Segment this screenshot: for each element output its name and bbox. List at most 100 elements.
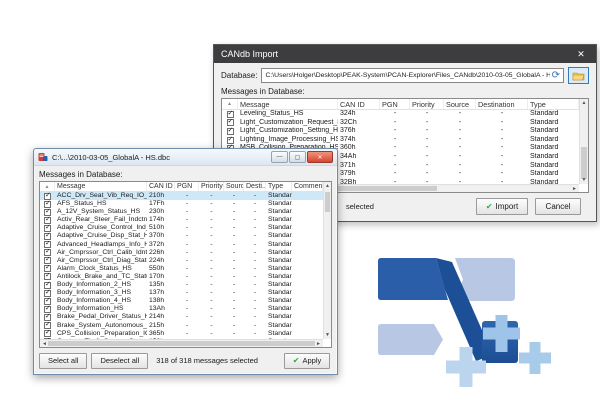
column-header-can-id[interactable]: CAN ID — [338, 99, 380, 109]
file-dialog-titlebar[interactable]: C:\...\2010-03-05_GlobalA - HS.dbc — ▢ ✕ — [34, 149, 337, 166]
column-header-priority[interactable]: Priority — [199, 182, 224, 191]
row-checkbox-checked[interactable] — [44, 330, 51, 337]
column-header-message[interactable]: Message — [55, 182, 147, 191]
scroll-left-icon[interactable]: ◄ — [42, 341, 47, 347]
table-row[interactable]: Body_Information_HS 13Ah - - - - Standar… — [40, 305, 323, 313]
column-header-pgn[interactable]: PGN — [380, 99, 410, 109]
row-checkbox-checked[interactable] — [44, 298, 51, 305]
column-header-can-id[interactable]: CAN ID — [147, 182, 175, 191]
row-checkbox-checked[interactable] — [44, 257, 51, 264]
refresh-icon[interactable]: ⟳ — [552, 71, 560, 81]
row-checkbox-checked[interactable] — [44, 193, 51, 200]
row-checkbox-checked[interactable] — [44, 306, 51, 313]
table-row[interactable]: Alarm_Clock_Status_HS 550h - - - - Stand… — [40, 265, 323, 273]
table-row[interactable]: Activ_Rear_Steer_Fail_Indctn_HS 174h - -… — [40, 216, 323, 224]
database-path-field[interactable]: C:\Users\Holger\Desktop\PEAK-System\PCAN… — [261, 68, 564, 83]
table-row[interactable]: AFS_Status_HS 17Fh - - - - Standard — [40, 200, 323, 208]
scroll-down-icon[interactable]: ▼ — [580, 177, 588, 183]
table-row[interactable]: Body_Information_2_HS 135h - - - - Stand… — [40, 281, 323, 289]
scroll-up-icon[interactable]: ▲ — [324, 183, 331, 189]
cell-type: Standard — [528, 127, 579, 136]
browse-button[interactable] — [568, 67, 589, 84]
table-row[interactable]: Air_Cmprssor_Ctrl_Calib_Idnt_HS 226h - -… — [40, 249, 323, 257]
table-row[interactable]: Antilock_Brake_and_TC_Status_HS 170h - -… — [40, 273, 323, 281]
maximize-button[interactable]: ▢ — [289, 151, 306, 163]
column-header-source[interactable]: Source — [444, 99, 476, 109]
table-row[interactable]: Brake_Pedal_Driver_Status_HS 214h - - - … — [40, 313, 323, 321]
cell-destination: - — [244, 273, 266, 281]
deselect-all-button[interactable]: Deselect all — [91, 353, 148, 369]
row-checkbox-checked[interactable] — [44, 225, 51, 232]
apply-button-label: Apply — [302, 356, 321, 365]
column-header-pgn[interactable]: PGN — [175, 182, 199, 191]
scrollbar-thumb[interactable] — [48, 341, 315, 346]
row-checkbox-checked[interactable] — [44, 265, 51, 272]
row-checkbox-checked[interactable] — [44, 282, 51, 289]
table-row[interactable]: Body_Information_4_HS 138h - - - - Stand… — [40, 297, 323, 305]
close-icon[interactable]: ✕ — [566, 45, 596, 63]
column-header-comment[interactable]: Comment — [292, 182, 323, 191]
row-checkbox-checked[interactable] — [44, 290, 51, 297]
cell-can-id: 174h — [147, 216, 175, 224]
table-row[interactable]: CPS_Collision_Preparation_IO_HS 365h - -… — [40, 330, 323, 338]
file-table-header[interactable]: ▲ Message CAN ID PGN Priority Source Des… — [40, 182, 323, 192]
column-header-source[interactable]: Source — [224, 182, 244, 191]
row-checkbox-checked[interactable] — [227, 111, 234, 118]
import-dialog-titlebar[interactable]: CANdb Import ✕ — [214, 45, 596, 63]
vertical-scrollbar[interactable]: ▲ ▼ — [323, 182, 331, 339]
row-checkbox-checked[interactable] — [44, 201, 51, 208]
scrollbar-thumb[interactable] — [325, 192, 330, 212]
table-row[interactable]: Light_Customization_Setting_HS 376h - - … — [222, 127, 579, 136]
scroll-up-icon[interactable]: ▲ — [580, 100, 588, 106]
cell-priority: - — [410, 119, 444, 128]
sort-arrow-icon[interactable]: ▲ — [40, 182, 55, 191]
horizontal-scrollbar[interactable]: ◄ ► — [40, 339, 323, 347]
messages-in-database-label: Messages in Database: — [221, 87, 589, 96]
vertical-scrollbar[interactable]: ▲ ▼ — [579, 99, 588, 184]
cell-priority: - — [199, 281, 224, 289]
row-checkbox-checked[interactable] — [44, 249, 51, 256]
sort-arrow-icon[interactable]: ▲ — [222, 99, 238, 109]
row-checkbox-checked[interactable] — [44, 209, 51, 216]
row-checkbox-checked[interactable] — [44, 217, 51, 224]
apply-button[interactable]: ✔ Apply — [284, 353, 330, 369]
table-row[interactable]: Brake_System_Autonomous_Info... 215h - -… — [40, 322, 323, 330]
scrollbar-thumb[interactable] — [581, 147, 587, 179]
row-checkbox-checked[interactable] — [44, 273, 51, 280]
column-header-destination[interactable]: Destination — [476, 99, 528, 109]
table-row[interactable]: Body_Information_3_HS 137h - - - - Stand… — [40, 289, 323, 297]
column-header-priority[interactable]: Priority — [410, 99, 444, 109]
minimize-button[interactable]: — — [271, 151, 288, 163]
table-row[interactable]: Advanced_Headlamps_Info_HS 372h - - - - … — [40, 241, 323, 249]
close-button[interactable]: ✕ — [307, 151, 333, 163]
cell-can-id: 510h — [147, 224, 175, 232]
row-checkbox-checked[interactable] — [44, 241, 51, 248]
scroll-right-icon[interactable]: ► — [316, 341, 321, 347]
column-header-type[interactable]: Type — [266, 182, 292, 191]
column-header-message[interactable]: Message — [238, 99, 338, 109]
table-row[interactable]: Light_Customization_Request_HS 32Ch - - … — [222, 119, 579, 128]
table-row[interactable]: ACC_Drv_Seat_Vib_Req_IO_HS 210h - - - - … — [40, 192, 323, 200]
table-row[interactable]: Leveling_Status_HS 324h - - - - Standard — [222, 110, 579, 119]
select-all-button[interactable]: Select all — [39, 353, 87, 369]
cell-comment — [292, 249, 323, 257]
row-checkbox-checked[interactable] — [227, 119, 234, 126]
table-row[interactable]: Adaptive_Cruise_Disp_Stat_HS 370h - - - … — [40, 232, 323, 240]
cancel-button[interactable]: Cancel — [535, 198, 581, 215]
table-row[interactable]: Adaptive_Cruise_Control_Ind_HS 510h - - … — [40, 224, 323, 232]
row-checkbox-checked[interactable] — [44, 233, 51, 240]
column-header-destination[interactable]: Desti... — [244, 182, 266, 191]
scroll-down-icon[interactable]: ▼ — [324, 332, 331, 338]
row-checkbox-checked[interactable] — [44, 314, 51, 321]
scroll-right-icon[interactable]: ► — [572, 186, 577, 192]
import-button[interactable]: ✔ Import — [476, 198, 528, 215]
column-header-type[interactable]: Type — [528, 99, 579, 109]
table-row[interactable]: Lighting_Image_Processing_HS 374h - - - … — [222, 136, 579, 145]
row-checkbox-checked[interactable] — [227, 128, 234, 135]
row-checkbox-checked[interactable] — [44, 322, 51, 329]
cell-pgn: - — [175, 232, 199, 240]
table-row[interactable]: Air_Cmprssor_Ctrl_Diag_Status_HS 224h - … — [40, 257, 323, 265]
row-checkbox-checked[interactable] — [227, 137, 234, 144]
table-row[interactable]: A_12V_System_Status_HS 230h - - - - Stan… — [40, 208, 323, 216]
import-table-header[interactable]: ▲ Message CAN ID PGN Priority Source Des… — [222, 99, 579, 110]
